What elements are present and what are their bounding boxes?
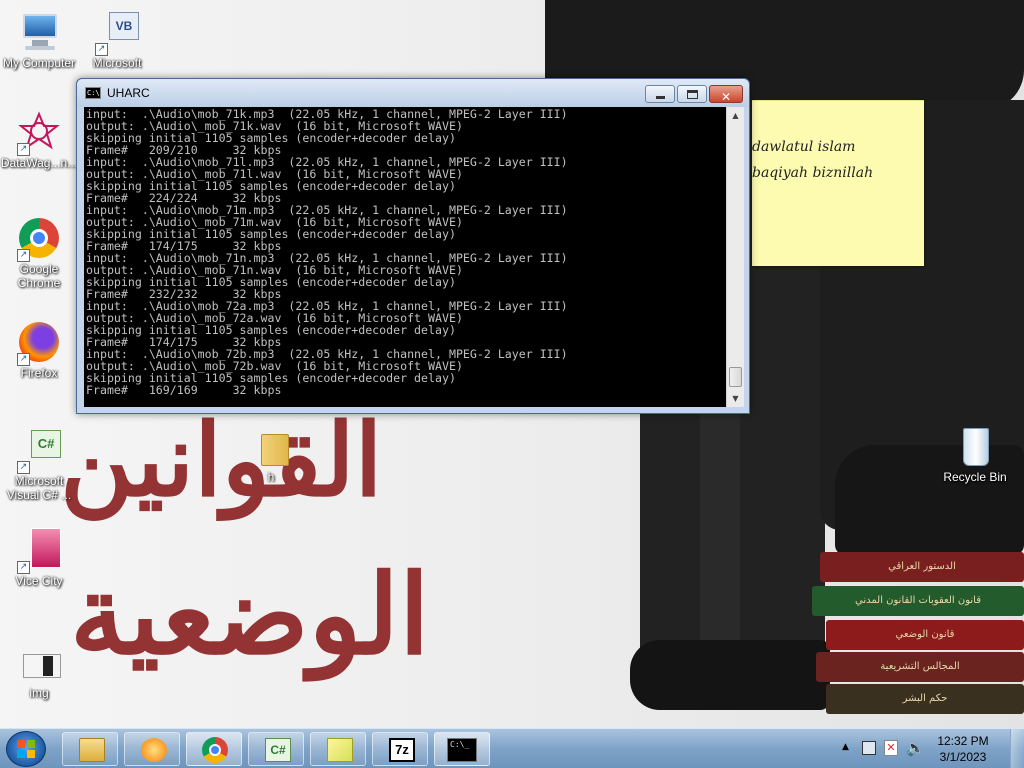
desktop-icon-recycle-bin[interactable]: Recycle Bin — [936, 424, 1014, 484]
console-icon: C:\ — [85, 87, 101, 99]
network-icon[interactable] — [862, 741, 876, 755]
show-hidden-icons-icon[interactable]: ▲ — [842, 742, 849, 752]
desktop-icon-visual-csharp[interactable]: C# ↗ Microsoft Visual C# ... — [0, 428, 78, 502]
wallpaper-book: الدستور العراقي — [820, 552, 1024, 582]
desktop-icon-label: Firefox — [20, 366, 58, 380]
wallpaper-figure-foot-left — [630, 640, 830, 710]
shortcut-arrow-icon: ↗ — [17, 461, 30, 474]
console-output-area[interactable]: input: .\Audio\mob_71k.mp3 (22.05 kHz, 1… — [84, 107, 744, 407]
taskbar-command-prompt[interactable]: C:\_ — [434, 732, 490, 766]
show-desktop-button[interactable] — [1010, 729, 1024, 768]
desktop-icon-label: My Computer — [2, 56, 76, 70]
system-tray: ▲ ✕ 🔈 12:32 PM 3/1/2023 — [834, 729, 1024, 768]
taskbar-visual-csharp[interactable]: C# — [248, 732, 304, 766]
desktop-icon-label: Google Chrome — [17, 262, 61, 290]
start-button[interactable] — [6, 731, 46, 767]
datawagon-icon: ↗ — [17, 110, 61, 156]
shortcut-arrow-icon: ↗ — [17, 143, 30, 156]
window-titlebar[interactable]: C:\ UHARC ✕ — [77, 79, 749, 107]
wallpaper-book: قانون العقوبات القانون المدني — [812, 586, 1024, 616]
7zip-icon: 7z — [389, 738, 415, 762]
desktop-icon-label: Vice City — [15, 574, 63, 588]
chrome-icon — [202, 737, 228, 763]
taskbar: C# 7z C:\_ ▲ ✕ 🔈 12:32 PM 3/1/2023 — [0, 728, 1024, 768]
desktop-icon-google-chrome[interactable]: ↗ Google Chrome — [0, 216, 78, 290]
maximize-button[interactable] — [677, 85, 707, 103]
console-window[interactable]: C:\ UHARC ✕ input: .\Audio\mob_71k.mp3 (… — [76, 78, 750, 414]
clock[interactable]: 12:32 PM 3/1/2023 — [928, 733, 998, 765]
visual-basic-icon: VB ↗ — [95, 10, 139, 56]
sticky-notes-icon — [327, 738, 353, 762]
desktop-icon-label: Microsoft — [92, 56, 142, 70]
window-title: UHARC — [107, 86, 150, 100]
wallpaper-book: قانون الوضعي — [826, 620, 1024, 650]
close-icon: ✕ — [720, 90, 732, 104]
shortcut-arrow-icon: ↗ — [17, 561, 30, 574]
scroll-up-icon[interactable]: ▲ — [727, 107, 744, 124]
desktop-icon-label: Recycle Bin — [943, 470, 1007, 484]
volume-icon[interactable]: 🔈 — [906, 739, 925, 757]
image-file-icon — [17, 640, 61, 684]
close-button[interactable]: ✕ — [709, 85, 743, 104]
maximize-icon — [687, 90, 698, 99]
taskbar-file-explorer[interactable] — [62, 732, 118, 766]
scrollbar-thumb[interactable] — [729, 367, 742, 387]
desktop-icon-datawagon[interactable]: ↗ DataWag...n... — [0, 110, 78, 170]
console-line: Frame# 169/169 32 kbps — [86, 383, 282, 397]
sticky-note[interactable]: dawlatul islam baqiyah biznillah — [752, 100, 924, 266]
computer-icon — [17, 10, 61, 54]
shortcut-arrow-icon: ↗ — [17, 353, 30, 366]
desktop-icon-vice-city[interactable]: ↗ Vice City — [0, 528, 78, 588]
sticky-note-line: baqiyah biznillah — [752, 165, 874, 181]
desktop-icon-firefox[interactable]: ↗ Firefox — [0, 320, 78, 380]
scroll-down-icon[interactable]: ▼ — [727, 390, 744, 407]
desktop-icon-label: Microsoft Visual C# ... — [6, 474, 72, 502]
firefox-icon: ↗ — [17, 320, 61, 366]
wallpaper-book: حكم البشر — [826, 684, 1024, 714]
desktop-icon-microsoft[interactable]: VB ↗ Microsoft — [78, 10, 156, 70]
taskbar-sticky-notes[interactable] — [310, 732, 366, 766]
taskbar-chrome[interactable] — [186, 732, 242, 766]
desktop-icon-my-computer[interactable]: My Computer — [0, 10, 78, 70]
media-player-icon — [141, 738, 167, 762]
vice-city-icon: ↗ — [17, 528, 61, 574]
console-output-text: input: .\Audio\mob_71k.mp3 (22.05 kHz, 1… — [86, 108, 722, 396]
file-explorer-icon — [79, 738, 105, 762]
chrome-icon: ↗ — [17, 216, 61, 262]
windows-logo-icon — [17, 740, 35, 758]
taskbar-7zip[interactable]: 7z — [372, 732, 428, 766]
visual-csharp-icon: C# ↗ — [17, 428, 61, 474]
desktop-icon-label: h — [267, 470, 275, 484]
clock-time: 12:32 PM — [937, 734, 989, 748]
shortcut-arrow-icon: ↗ — [95, 43, 108, 56]
command-prompt-icon: C:\_ — [447, 738, 477, 762]
wallpaper-arabic-line1: القوانين — [60, 401, 383, 519]
desktop-icon-img[interactable]: img — [0, 640, 78, 700]
vertical-scrollbar[interactable]: ▲ ▼ — [726, 107, 744, 407]
desktop-icon-h-folder[interactable]: h — [232, 424, 310, 484]
folder-icon — [249, 424, 293, 468]
wallpaper-arabic-line2: الوضعية — [70, 550, 430, 679]
desktop-icon-label: img — [29, 686, 49, 700]
minimize-button[interactable] — [645, 85, 675, 103]
taskbar-media-player[interactable] — [124, 732, 180, 766]
visual-csharp-icon: C# — [265, 738, 291, 762]
recycle-bin-icon — [953, 424, 997, 468]
shortcut-arrow-icon: ↗ — [17, 249, 30, 262]
minimize-icon — [656, 96, 665, 99]
sticky-note-line: dawlatul islam — [752, 139, 856, 155]
action-center-flag-icon[interactable]: ✕ — [884, 740, 898, 756]
wallpaper-book: المجالس التشريعية — [816, 652, 1024, 682]
desktop-icon-label: DataWag...n... — [0, 156, 78, 170]
wallpaper-rifle — [700, 410, 740, 650]
clock-date: 3/1/2023 — [939, 750, 987, 764]
